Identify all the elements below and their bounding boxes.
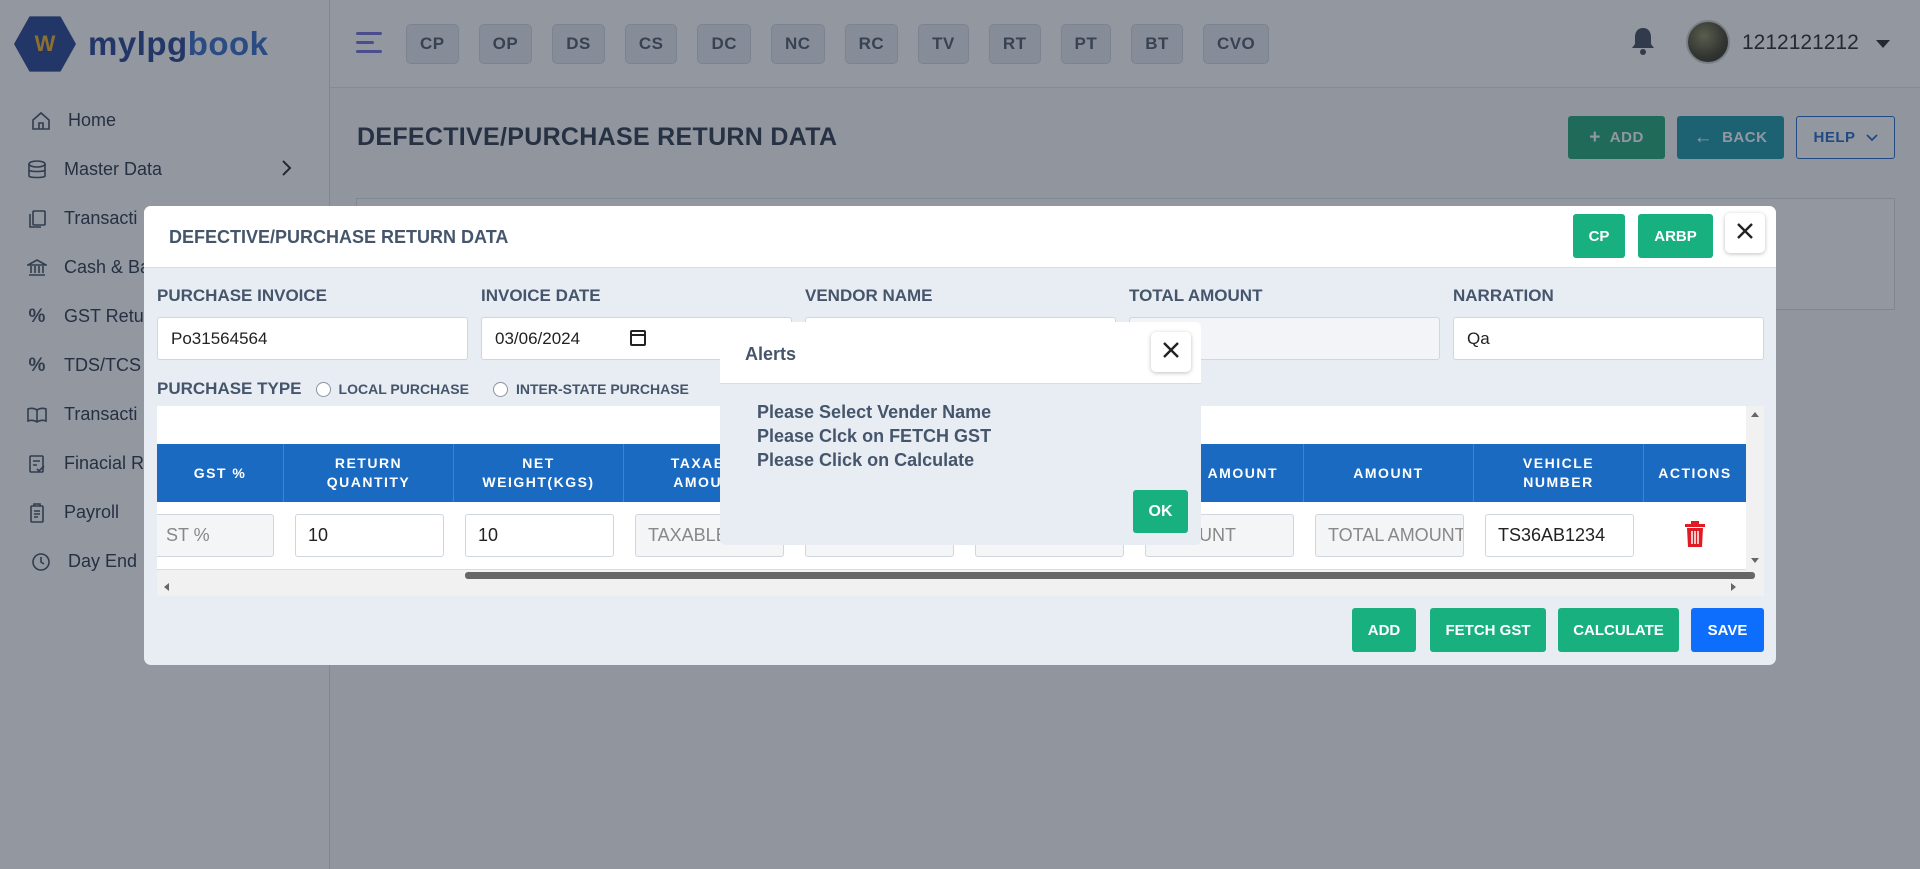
purchase-type-group: PURCHASE TYPE LOCAL PURCHASE INTER-STATE… [157,379,689,399]
fetch-gst-button[interactable]: FETCH GST [1430,608,1546,652]
interstate-purchase-radio[interactable] [492,381,508,397]
modal-header: DEFECTIVE/PURCHASE RETURN DATA CP ARBP [144,206,1776,268]
vehicle-number-input[interactable]: TS36AB1234 [1485,514,1634,557]
alert-message: Please Select Vender Name [757,402,992,422]
modal-title: DEFECTIVE/PURCHASE RETURN DATA [169,227,509,247]
arbp-button[interactable]: ARBP [1638,214,1713,258]
invoice-date-label: INVOICE DATE [481,286,601,305]
trash-icon[interactable] [1683,520,1707,553]
modal-close-button[interactable] [1725,213,1765,253]
calendar-icon[interactable] [630,330,646,346]
invoice-date-value: 03/06/2024 [495,328,581,348]
alert-message: Please Click on Calculate [757,450,975,470]
alert-dialog: Alerts Please Select Vender Name Please … [720,322,1201,545]
save-button[interactable]: SAVE [1691,608,1764,652]
col-gst: GST % [157,444,284,502]
purchase-invoice-label: PURCHASE INVOICE [157,286,328,305]
col-return-quantity: RETURN QUANTITY [284,444,454,502]
scroll-right-icon[interactable] [1731,583,1736,591]
col-net-weight: NET WEIGHT(KGS) [454,444,624,502]
scroll-left-icon[interactable] [164,583,169,591]
net-weight-input[interactable]: 10 [465,514,614,557]
purchase-invoice-input[interactable]: Po31564564 [157,317,468,360]
col-total-amount: AMOUNT [1304,444,1474,502]
close-icon [1162,341,1180,364]
horizontal-scrollbar[interactable] [157,570,1764,596]
return-quantity-input[interactable]: 10 [295,514,444,557]
col-vehicle-number: VEHICLE NUMBER [1474,444,1644,502]
interstate-purchase-label: INTER-STATE PURCHASE [515,381,689,397]
total-amount-label: TOTAL AMOUNT [1129,286,1263,305]
alert-header: Alerts [720,322,1201,384]
col-actions: ACTIONS [1658,464,1732,481]
scrollbar-thumb[interactable] [465,572,1755,579]
close-icon [1736,222,1754,245]
local-purchase-radio[interactable] [315,381,331,397]
alert-title: Alerts [745,344,797,364]
total-amount-row-input[interactable]: TOTAL AMOUNT [1315,514,1464,557]
ok-button[interactable]: OK [1133,490,1188,533]
vertical-scrollbar[interactable] [1746,406,1764,570]
purchase-type-label: PURCHASE TYPE [157,379,302,398]
calculate-button[interactable]: CALCULATE [1558,608,1679,652]
add-row-button[interactable]: ADD [1352,608,1416,652]
narration-label: NARRATION [1453,286,1554,305]
narration-input[interactable]: Qa [1453,317,1764,360]
alert-message: Please Clck on FETCH GST [757,426,992,446]
vendor-name-label: VENDOR NAME [805,286,933,305]
local-purchase-label: LOCAL PURCHASE [338,381,469,397]
scroll-up-icon[interactable] [1751,412,1759,417]
alert-close-button[interactable] [1151,332,1191,372]
gst-percent-input[interactable]: ST % [157,514,274,557]
cp-button[interactable]: CP [1573,214,1625,258]
scroll-down-icon[interactable] [1751,558,1759,563]
